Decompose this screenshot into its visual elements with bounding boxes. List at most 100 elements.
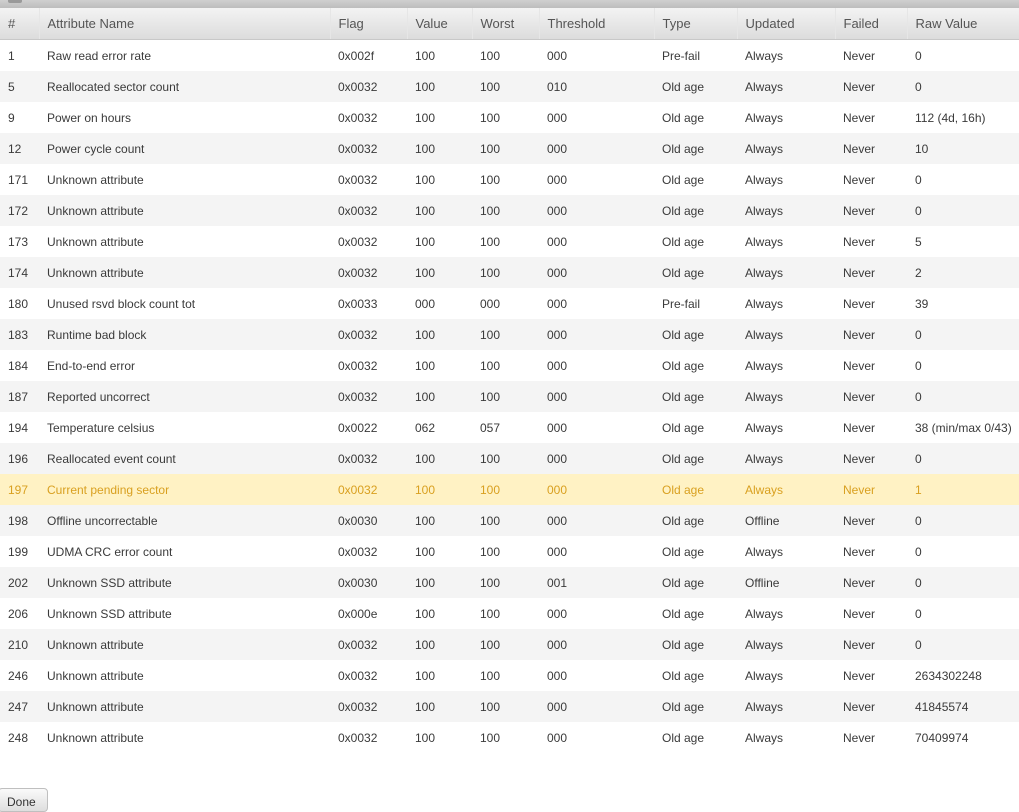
table-row[interactable]: 12 Power cycle count 0x0032 100 100 000 Old ag… — [0, 133, 1019, 164]
cell-type: Old age — [654, 195, 737, 226]
table-row[interactable]: 172 Unknown attribute 0x0032 100 100 000 Old a… — [0, 195, 1019, 226]
column-header-worst[interactable]: Worst — [472, 8, 540, 40]
smart-attributes-table-container: # Attribute Name Flag Value Worst Threshold Ty… — [0, 8, 1019, 753]
cell-flag: 0x0030 — [330, 567, 407, 598]
column-header-id[interactable]: # — [0, 8, 40, 40]
cell-updated: Always — [737, 195, 835, 226]
table-row[interactable]: 187 Reported uncorrect 0x0032 100 100 000 Old … — [0, 381, 1019, 412]
cell-attribute-name: Power cycle count — [39, 133, 330, 164]
table-row[interactable]: 202 Unknown SSD attribute 0x0030 100 100 001 O… — [0, 567, 1019, 598]
table-row[interactable]: 194 Temperature celsius 0x0022 062 057 000 Old… — [0, 412, 1019, 443]
collapse-handle-icon[interactable] — [8, 0, 22, 3]
cell-threshold: 000 — [539, 319, 654, 350]
cell-value: 100 — [407, 505, 472, 536]
cell-worst: 100 — [472, 629, 539, 660]
table-row[interactable]: 180 Unused rsvd block count tot 0x0033 000 0… — [0, 288, 1019, 319]
cell-value: 100 — [407, 319, 472, 350]
cell-threshold: 000 — [539, 412, 654, 443]
cell-id: 202 — [0, 567, 39, 598]
table-row[interactable]: 198 Offline uncorrectable 0x0030 100 100 000 O… — [0, 505, 1019, 536]
table-row[interactable]: 247 Unknown attribute 0x0032 100 100 000 Old a… — [0, 691, 1019, 722]
cell-threshold: 001 — [539, 567, 654, 598]
table-row[interactable]: 1 Raw read error rate 0x002f 100 100 000 Pre-f… — [0, 39, 1019, 71]
column-header-updated[interactable]: Updated — [737, 8, 836, 40]
cell-threshold: 000 — [539, 39, 654, 71]
table-row[interactable]: 174 Unknown attribute 0x0032 100 100 000 Old a… — [0, 257, 1019, 288]
cell-id: 5 — [0, 71, 39, 102]
top-toolbar-strip — [0, 0, 1019, 8]
table-row[interactable]: 197 Current pending sector 0x0032 100 100 000… — [0, 474, 1019, 505]
column-header-failed[interactable]: Failed — [835, 8, 908, 40]
cell-flag: 0x000e — [330, 598, 407, 629]
cell-value: 100 — [407, 722, 472, 753]
cell-threshold: 000 — [539, 381, 654, 412]
cell-raw-value: 1 — [907, 474, 1019, 505]
cell-updated: Always — [737, 381, 835, 412]
cell-type: Old age — [654, 691, 737, 722]
table-row[interactable]: 246 Unknown attribute 0x0032 100 100 000 Old a… — [0, 660, 1019, 691]
cell-value: 100 — [407, 71, 472, 102]
cell-threshold: 000 — [539, 629, 654, 660]
table-row[interactable]: 183 Runtime bad block 0x0032 100 100 000 Old a… — [0, 319, 1019, 350]
cell-id: 206 — [0, 598, 39, 629]
cell-threshold: 010 — [539, 71, 654, 102]
column-header-flag[interactable]: Flag — [330, 8, 408, 40]
cell-value: 100 — [407, 381, 472, 412]
table-row[interactable]: 210 Unknown attribute 0x0032 100 100 000 Old a… — [0, 629, 1019, 660]
table-row[interactable]: 206 Unknown SSD attribute 0x000e 100 100 000 O… — [0, 598, 1019, 629]
cell-updated: Always — [737, 443, 835, 474]
cell-type: Old age — [654, 71, 737, 102]
cell-worst: 100 — [472, 164, 539, 195]
cell-raw-value: 10 — [907, 133, 1019, 164]
cell-attribute-name: Reallocated event count — [39, 443, 330, 474]
cell-id: 180 — [0, 288, 39, 319]
cell-updated: Offline — [737, 567, 835, 598]
cell-value: 100 — [407, 257, 472, 288]
cell-threshold: 000 — [539, 598, 654, 629]
cell-type: Pre-fail — [654, 288, 737, 319]
cell-worst: 100 — [472, 71, 539, 102]
cell-threshold: 000 — [539, 691, 654, 722]
done-button[interactable]: Done — [0, 788, 48, 812]
cell-id: 171 — [0, 164, 39, 195]
cell-attribute-name: Unknown SSD attribute — [39, 598, 330, 629]
cell-type: Old age — [654, 257, 737, 288]
cell-id: 248 — [0, 722, 39, 753]
column-header-value[interactable]: Value — [407, 8, 473, 40]
cell-raw-value: 0 — [907, 536, 1019, 567]
column-header-raw-value[interactable]: Raw Value — [907, 8, 1019, 40]
cell-updated: Always — [737, 288, 835, 319]
cell-type: Old age — [654, 629, 737, 660]
column-header-type[interactable]: Type — [654, 8, 738, 40]
cell-failed: Never — [835, 381, 907, 412]
cell-id: 183 — [0, 319, 39, 350]
cell-threshold: 000 — [539, 722, 654, 753]
cell-updated: Always — [737, 319, 835, 350]
table-row[interactable]: 173 Unknown attribute 0x0032 100 100 000 Old a… — [0, 226, 1019, 257]
cell-id: 9 — [0, 102, 39, 133]
table-row[interactable]: 199 UDMA CRC error count 0x0032 100 100 000 Ol… — [0, 536, 1019, 567]
table-row[interactable]: 184 End-to-end error 0x0032 100 100 000 Old ag… — [0, 350, 1019, 381]
cell-raw-value: 38 (min/max 0/43) — [907, 412, 1019, 443]
table-row[interactable]: 248 Unknown attribute 0x0032 100 100 000 Old a… — [0, 722, 1019, 753]
table-row[interactable]: 196 Reallocated event count 0x0032 100 100 00… — [0, 443, 1019, 474]
cell-threshold: 000 — [539, 474, 654, 505]
column-header-threshold[interactable]: Threshold — [539, 8, 655, 40]
cell-raw-value: 0 — [907, 629, 1019, 660]
column-header-attribute-name[interactable]: Attribute Name — [39, 8, 331, 40]
cell-raw-value: 41845574 — [907, 691, 1019, 722]
cell-worst: 100 — [472, 102, 539, 133]
cell-id: 184 — [0, 350, 39, 381]
cell-updated: Offline — [737, 505, 835, 536]
cell-type: Old age — [654, 381, 737, 412]
cell-type: Old age — [654, 133, 737, 164]
cell-type: Old age — [654, 505, 737, 536]
cell-attribute-name: End-to-end error — [39, 350, 330, 381]
cell-updated: Always — [737, 660, 835, 691]
cell-type: Old age — [654, 660, 737, 691]
cell-failed: Never — [835, 257, 907, 288]
table-row[interactable]: 5 Reallocated sector count 0x0032 100 100 010… — [0, 71, 1019, 102]
table-row[interactable]: 171 Unknown attribute 0x0032 100 100 000 Old a… — [0, 164, 1019, 195]
cell-flag: 0x0032 — [330, 474, 407, 505]
table-row[interactable]: 9 Power on hours 0x0032 100 100 000 Old age Alw… — [0, 102, 1019, 133]
